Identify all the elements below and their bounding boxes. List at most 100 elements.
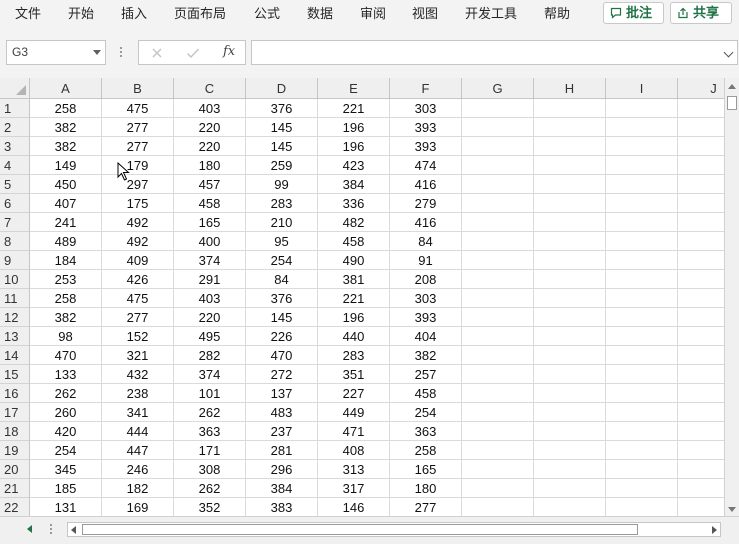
cell[interactable] bbox=[534, 99, 606, 118]
cell[interactable] bbox=[534, 441, 606, 460]
cell[interactable]: 416 bbox=[390, 213, 462, 232]
cell[interactable]: 226 bbox=[246, 327, 318, 346]
cell[interactable]: 444 bbox=[102, 422, 174, 441]
cell[interactable] bbox=[462, 384, 534, 403]
cell[interactable] bbox=[462, 194, 534, 213]
cell[interactable] bbox=[606, 403, 678, 422]
cell[interactable]: 407 bbox=[30, 194, 102, 213]
cell[interactable]: 409 bbox=[102, 251, 174, 270]
cell[interactable]: 291 bbox=[174, 270, 246, 289]
cell[interactable]: 416 bbox=[390, 175, 462, 194]
cell[interactable]: 382 bbox=[30, 118, 102, 137]
menu-developer[interactable]: 开发工具 bbox=[465, 5, 517, 23]
cell[interactable]: 246 bbox=[102, 460, 174, 479]
cell[interactable] bbox=[606, 213, 678, 232]
row-header[interactable]: 11 bbox=[0, 289, 30, 308]
cell[interactable]: 145 bbox=[246, 308, 318, 327]
cell[interactable]: 196 bbox=[318, 137, 390, 156]
cell[interactable] bbox=[462, 175, 534, 194]
cell[interactable]: 220 bbox=[174, 118, 246, 137]
cell[interactable]: 382 bbox=[30, 308, 102, 327]
cell[interactable]: 196 bbox=[318, 308, 390, 327]
menu-file[interactable]: 文件 bbox=[15, 5, 41, 23]
cell[interactable]: 423 bbox=[318, 156, 390, 175]
cell[interactable]: 313 bbox=[318, 460, 390, 479]
formula-input[interactable] bbox=[251, 40, 738, 65]
row-header[interactable]: 17 bbox=[0, 403, 30, 422]
column-header-b[interactable]: B bbox=[102, 78, 174, 98]
cell[interactable]: 458 bbox=[174, 194, 246, 213]
scroll-right-icon[interactable] bbox=[712, 526, 717, 534]
cell[interactable]: 254 bbox=[246, 251, 318, 270]
cell[interactable]: 374 bbox=[174, 365, 246, 384]
cell[interactable]: 297 bbox=[102, 175, 174, 194]
menu-formulas[interactable]: 公式 bbox=[254, 5, 280, 23]
cell[interactable]: 363 bbox=[174, 422, 246, 441]
cell[interactable]: 99 bbox=[246, 175, 318, 194]
horizontal-scroll-thumb[interactable] bbox=[82, 524, 638, 535]
cell[interactable] bbox=[534, 422, 606, 441]
cell[interactable]: 283 bbox=[318, 346, 390, 365]
cell[interactable]: 317 bbox=[318, 479, 390, 498]
cell[interactable] bbox=[534, 384, 606, 403]
cell[interactable] bbox=[534, 194, 606, 213]
cell[interactable] bbox=[606, 346, 678, 365]
cell[interactable]: 95 bbox=[246, 232, 318, 251]
menu-data[interactable]: 数据 bbox=[307, 5, 333, 23]
cell[interactable]: 321 bbox=[102, 346, 174, 365]
cell[interactable] bbox=[462, 441, 534, 460]
cell[interactable]: 277 bbox=[390, 498, 462, 516]
row-header[interactable]: 12 bbox=[0, 308, 30, 327]
row-header[interactable]: 14 bbox=[0, 346, 30, 365]
cell[interactable]: 152 bbox=[102, 327, 174, 346]
cell[interactable]: 179 bbox=[102, 156, 174, 175]
row-header[interactable]: 15 bbox=[0, 365, 30, 384]
cell[interactable] bbox=[462, 479, 534, 498]
cell[interactable]: 145 bbox=[246, 137, 318, 156]
cell[interactable]: 483 bbox=[246, 403, 318, 422]
cell[interactable]: 277 bbox=[102, 308, 174, 327]
row-header[interactable]: 4 bbox=[0, 156, 30, 175]
cell[interactable]: 258 bbox=[30, 289, 102, 308]
cell[interactable] bbox=[462, 422, 534, 441]
cell[interactable] bbox=[534, 156, 606, 175]
comments-button[interactable]: 批注 bbox=[603, 2, 664, 24]
cell[interactable] bbox=[606, 498, 678, 516]
column-header-c[interactable]: C bbox=[174, 78, 246, 98]
column-header-g[interactable]: G bbox=[462, 78, 534, 98]
cell[interactable] bbox=[534, 118, 606, 137]
scroll-down-icon[interactable] bbox=[728, 507, 736, 512]
cell[interactable]: 393 bbox=[390, 137, 462, 156]
cell[interactable]: 457 bbox=[174, 175, 246, 194]
cell[interactable]: 277 bbox=[102, 137, 174, 156]
row-header[interactable]: 22 bbox=[0, 498, 30, 516]
cell[interactable] bbox=[534, 175, 606, 194]
cell[interactable]: 426 bbox=[102, 270, 174, 289]
menu-view[interactable]: 视图 bbox=[412, 5, 438, 23]
cell[interactable]: 403 bbox=[174, 99, 246, 118]
cell[interactable]: 210 bbox=[246, 213, 318, 232]
cell[interactable]: 432 bbox=[102, 365, 174, 384]
cell[interactable]: 490 bbox=[318, 251, 390, 270]
cell[interactable]: 345 bbox=[30, 460, 102, 479]
cell[interactable] bbox=[462, 289, 534, 308]
cell[interactable]: 84 bbox=[390, 232, 462, 251]
cell[interactable] bbox=[462, 232, 534, 251]
cell[interactable]: 260 bbox=[30, 403, 102, 422]
name-box[interactable]: G3 bbox=[6, 40, 106, 65]
row-header[interactable]: 7 bbox=[0, 213, 30, 232]
scroll-up-icon[interactable] bbox=[728, 84, 736, 89]
cell[interactable] bbox=[534, 460, 606, 479]
cell[interactable]: 336 bbox=[318, 194, 390, 213]
cell[interactable]: 258 bbox=[30, 99, 102, 118]
row-header[interactable]: 8 bbox=[0, 232, 30, 251]
column-header-i[interactable]: I bbox=[606, 78, 678, 98]
cell[interactable] bbox=[462, 308, 534, 327]
cell[interactable]: 420 bbox=[30, 422, 102, 441]
cell[interactable]: 450 bbox=[30, 175, 102, 194]
cell[interactable] bbox=[606, 422, 678, 441]
cell[interactable]: 237 bbox=[246, 422, 318, 441]
cell[interactable]: 492 bbox=[102, 213, 174, 232]
cell[interactable] bbox=[534, 327, 606, 346]
cell[interactable]: 262 bbox=[174, 479, 246, 498]
